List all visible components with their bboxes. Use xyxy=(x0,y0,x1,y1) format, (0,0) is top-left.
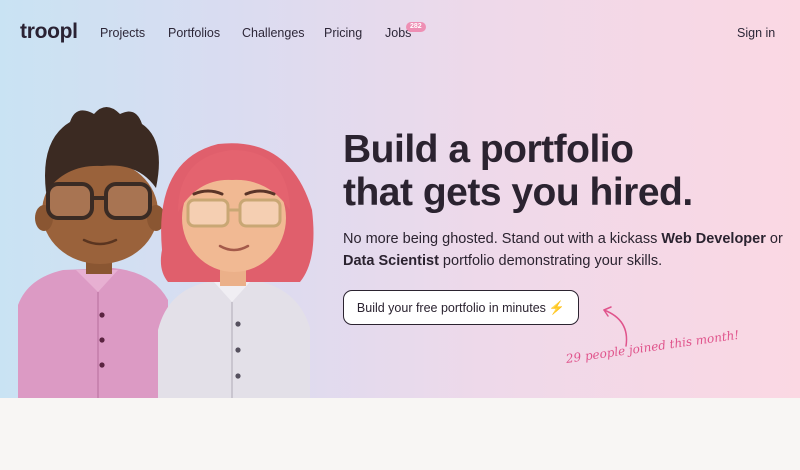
subtext-part-2: or xyxy=(765,231,783,247)
sign-in-link[interactable]: Sign in xyxy=(737,26,775,40)
subtext-part-3: portfolio demonstrating your skills. xyxy=(438,252,663,269)
people-joined-note: 29 people joined this month! xyxy=(565,327,740,366)
hero-section: troopl Projects Portfolios Challenges Pr… xyxy=(0,0,800,398)
jobs-count-badge: 282 xyxy=(406,22,426,32)
subtext-data-scientist: Data Scientist xyxy=(343,252,439,269)
logo[interactable]: troopl xyxy=(20,20,78,44)
build-portfolio-button[interactable]: Build your free portfolio in minutes ⚡ xyxy=(343,290,579,325)
subtext-part-1: No more being ghosted. Stand out with a … xyxy=(343,231,662,247)
nav-link-challenges[interactable]: Challenges xyxy=(242,26,305,40)
below-hero-area xyxy=(0,398,800,470)
headline-line-1: Build a portfolio xyxy=(343,128,634,171)
hero-headline: Build a portfolio that gets you hired. xyxy=(343,128,783,214)
headline-line-2: that gets you hired. xyxy=(343,171,693,214)
nav-link-portfolios[interactable]: Portfolios xyxy=(168,26,220,40)
lightning-bolt-icon: ⚡ xyxy=(548,299,566,315)
subtext-web-developer: Web Developer xyxy=(661,231,766,247)
nav-link-pricing[interactable]: Pricing xyxy=(324,26,362,40)
hero-subtext: No more being ghosted. Stand out with a … xyxy=(343,229,793,272)
man-shirt xyxy=(18,268,168,398)
nav-link-projects[interactable]: Projects xyxy=(100,26,145,40)
two-avatars-illustration xyxy=(18,107,314,398)
cta-label: Build your free portfolio in minutes xyxy=(356,300,546,315)
top-navigation: troopl Projects Portfolios Challenges Pr… xyxy=(0,0,800,66)
